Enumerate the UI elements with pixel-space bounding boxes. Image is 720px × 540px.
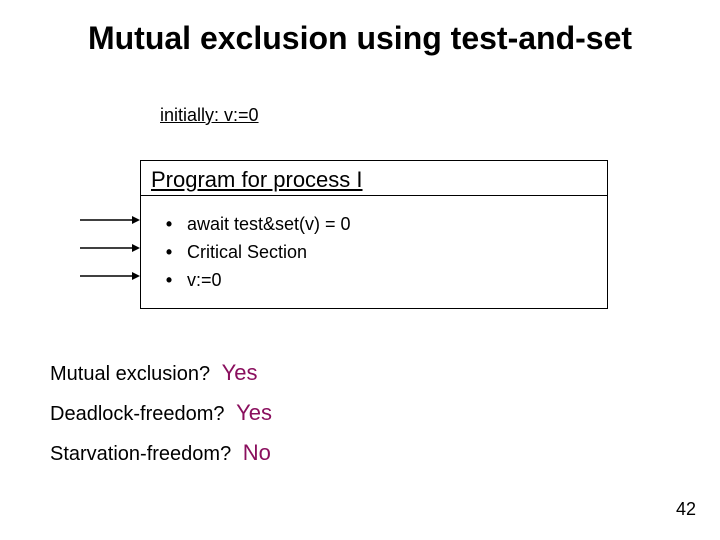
bullet-text: v:=0	[187, 266, 597, 294]
bullet-dot-icon: •	[151, 238, 187, 266]
bullet-text: await test&set(v) = 0	[187, 210, 597, 238]
bullet-text: Critical Section	[187, 238, 597, 266]
bullet-row: • Critical Section	[151, 238, 597, 266]
qa-row: Deadlock-freedom? Yes	[50, 400, 272, 426]
qa-row: Starvation-freedom? No	[50, 440, 271, 466]
qa-question: Mutual exclusion?	[50, 363, 210, 385]
bullet-dot-icon: •	[151, 266, 187, 294]
qa-question: Deadlock-freedom?	[50, 403, 225, 425]
arrow-icon	[80, 271, 140, 281]
page-number: 42	[676, 499, 696, 520]
slide-title: Mutual exclusion using test-and-set	[0, 20, 720, 57]
program-box: Program for process I • await test&set(v…	[140, 160, 608, 309]
slide: Mutual exclusion using test-and-set init…	[0, 0, 720, 540]
bullet-dot-icon: •	[151, 210, 187, 238]
program-body: • await test&set(v) = 0 • Critical Secti…	[141, 196, 607, 308]
arrow-icon	[80, 243, 140, 253]
bullet-row: • v:=0	[151, 266, 597, 294]
qa-row: Mutual exclusion? Yes	[50, 360, 258, 386]
qa-answer: Yes	[222, 360, 258, 385]
arrow-icon	[80, 215, 140, 225]
qa-answer: No	[243, 440, 271, 465]
qa-question: Starvation-freedom?	[50, 443, 231, 465]
program-heading: Program for process I	[141, 161, 607, 196]
initial-condition: initially: v:=0	[160, 105, 259, 126]
qa-answer: Yes	[236, 400, 272, 425]
bullet-row: • await test&set(v) = 0	[151, 210, 597, 238]
